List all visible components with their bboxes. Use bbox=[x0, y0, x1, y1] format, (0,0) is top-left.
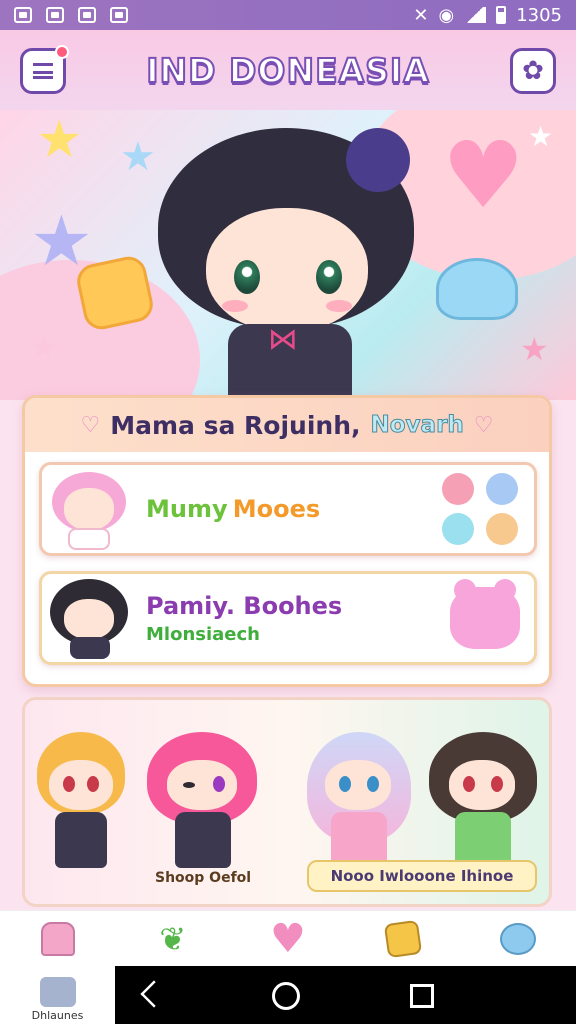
avatar-face bbox=[64, 599, 114, 639]
avatar bbox=[46, 575, 132, 661]
menu-icon bbox=[33, 63, 53, 79]
character-face bbox=[325, 760, 391, 810]
caption-badge[interactable]: Nooo Iwlooone Ihinoe bbox=[307, 860, 537, 892]
avatar-face bbox=[64, 488, 114, 530]
home-button[interactable] bbox=[272, 982, 300, 1010]
heart-candy-icon bbox=[442, 473, 474, 505]
location-icon: ◉ bbox=[438, 4, 455, 26]
home-app-button[interactable]: Dhlaunes bbox=[0, 966, 115, 1024]
character-face bbox=[449, 760, 515, 810]
list-item[interactable]: Mumy Mooes bbox=[39, 462, 537, 556]
heart-icon: ♡ bbox=[80, 412, 101, 438]
blush bbox=[326, 300, 352, 312]
ice-cream-icon bbox=[40, 921, 75, 956]
notification-icon bbox=[78, 7, 96, 23]
character-face bbox=[167, 760, 237, 810]
character-body bbox=[175, 812, 231, 868]
eye bbox=[367, 776, 379, 792]
system-nav-bar: Dhlaunes bbox=[0, 966, 576, 1024]
home-app-label: Dhlaunes bbox=[31, 1009, 84, 1022]
notification-icon bbox=[14, 7, 32, 23]
star-icon: ★ bbox=[30, 330, 57, 365]
tab-leaf[interactable]: ❦ bbox=[151, 917, 195, 961]
heart-icon: ♥ bbox=[442, 122, 525, 229]
jellyfish-character-icon bbox=[436, 258, 518, 320]
eye bbox=[63, 776, 75, 792]
card-title-highlight: Novarh bbox=[370, 412, 464, 439]
star-icon: ★ bbox=[528, 120, 554, 153]
avatar-body bbox=[68, 528, 110, 550]
battery-icon bbox=[496, 6, 507, 24]
main-character: ⋈ bbox=[150, 128, 430, 400]
characters-panel[interactable]: Shoop Oefol Nooo Iwlooone Ihinoe bbox=[22, 697, 552, 907]
heart-icon: ♡ bbox=[473, 412, 494, 438]
bear-icon bbox=[500, 922, 537, 955]
flower-settings-icon: ✿ bbox=[522, 56, 544, 86]
tab-heart[interactable]: ♥ bbox=[266, 915, 310, 962]
blush bbox=[222, 300, 248, 312]
card-header: ♡ Mama sa Rojuinh, Novarh ♡ bbox=[25, 398, 549, 452]
caption-left: Shoop Oefol bbox=[155, 870, 252, 886]
heart-candy-icon bbox=[442, 513, 474, 545]
decor-icons bbox=[442, 473, 522, 545]
caption-right: Nooo Iwlooone Ihinoe bbox=[330, 867, 514, 885]
eye bbox=[339, 776, 351, 792]
bottom-tab-bar: ❦ ♥ bbox=[0, 910, 576, 966]
app-title: IND DONEASIA bbox=[145, 50, 430, 91]
eye bbox=[234, 260, 260, 294]
list-item-text: Pamiy. Boohes Mlonsiaech bbox=[146, 592, 342, 645]
list-item-title: Pamiy. Boohes bbox=[146, 591, 343, 620]
avatar bbox=[46, 466, 132, 552]
back-button[interactable] bbox=[140, 980, 168, 1008]
clock: 1305 bbox=[516, 4, 562, 26]
app-icon bbox=[39, 977, 76, 1007]
eye bbox=[213, 776, 225, 792]
leaf-icon: ❦ bbox=[159, 919, 187, 958]
tab-cookie[interactable] bbox=[381, 917, 425, 961]
list-item[interactable]: Pamiy. Boohes Mlonsiaech bbox=[39, 571, 537, 665]
notification-icon bbox=[46, 7, 64, 23]
character-blonde bbox=[33, 732, 129, 882]
character-face bbox=[206, 208, 368, 332]
heart-candy-icon bbox=[486, 473, 518, 505]
bear-cloud-icon bbox=[450, 579, 520, 649]
bow-icon: ⋈ bbox=[268, 322, 298, 357]
hero-illustration: ★ ★ ★ ★ ★ ★ ♥ ⋈ bbox=[0, 110, 576, 400]
list-item-text: Mumy Mooes bbox=[146, 495, 320, 523]
content-card: ♡ Mama sa Rojuinh, Novarh ♡ Mumy Mooes P… bbox=[22, 395, 552, 687]
recents-button[interactable] bbox=[410, 984, 434, 1008]
app-header: IND DONEASIA ✿ bbox=[0, 30, 576, 110]
character-pink bbox=[143, 732, 263, 882]
tools-icon: ✕ bbox=[413, 4, 429, 26]
character-body bbox=[55, 812, 107, 868]
eye bbox=[463, 776, 475, 792]
cookie-icon bbox=[383, 919, 423, 958]
tab-ice-cream[interactable] bbox=[36, 917, 80, 961]
list-item-title-accent: Mooes bbox=[232, 495, 321, 523]
heart-icon: ♥ bbox=[270, 915, 306, 962]
eye bbox=[316, 260, 342, 294]
status-bar: ✕ ◉ 1305 bbox=[0, 0, 576, 30]
character-face bbox=[49, 760, 113, 810]
signal-icon bbox=[464, 7, 487, 23]
notification-dot bbox=[55, 45, 69, 59]
star-icon: ★ bbox=[520, 330, 549, 368]
star-icon: ★ bbox=[36, 110, 83, 170]
list-item-title: Mumy bbox=[146, 495, 228, 523]
list-item-subtitle: Mlonsiaech bbox=[146, 623, 260, 645]
eye-closed bbox=[183, 782, 195, 788]
notification-icon bbox=[110, 7, 128, 23]
tab-bear[interactable] bbox=[496, 917, 540, 961]
settings-button[interactable]: ✿ bbox=[510, 48, 556, 94]
hair-bun bbox=[346, 128, 410, 192]
avatar-body bbox=[70, 637, 110, 659]
eye bbox=[87, 776, 99, 792]
eye bbox=[491, 776, 503, 792]
orange-slice-icon bbox=[486, 513, 518, 545]
card-title: Mama sa Rojuinh, bbox=[110, 410, 361, 440]
menu-button[interactable] bbox=[20, 45, 69, 94]
